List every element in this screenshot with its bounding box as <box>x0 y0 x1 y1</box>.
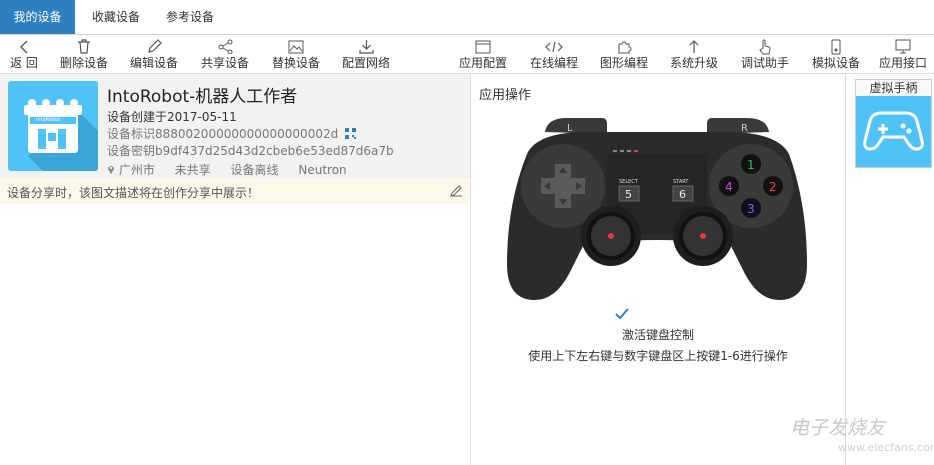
shoulder-l-label: L <box>567 123 573 134</box>
shoulder-l[interactable] <box>545 118 607 134</box>
replace-device-button[interactable]: 替换设备 <box>268 35 324 73</box>
app-config-label: 应用配置 <box>458 56 507 70</box>
tab-reference-devices[interactable]: 参考设备 <box>154 0 226 34</box>
app-api-label: 应用接口 <box>878 56 927 70</box>
app-api-button[interactable]: 应用接口 <box>874 35 932 73</box>
shoulder-r[interactable] <box>707 118 769 134</box>
location-pin-icon <box>107 164 115 178</box>
device-key: 设备密钥b9df437d25d43d2cbeb6e53ed87d6a7b <box>107 144 394 158</box>
select-label: SELECT <box>619 179 639 185</box>
watermark: 电子发烧友 www.elecfans.com <box>790 413 934 454</box>
top-nav: 我的设备 收藏设备 参考设备 <box>0 0 934 35</box>
app-operation-panel: 应用操作 L R 1 2 3 4 SELECT START 5 6 激活键盘控制… <box>471 74 846 465</box>
share-hint: 设备分享时，该图文描述将在创作分享中展示！ <box>7 186 260 200</box>
replace-device-label: 替换设备 <box>271 56 320 70</box>
device-id: 设备标识88800200000000000000002d <box>107 127 339 141</box>
share-device-button[interactable]: 共享设备 <box>197 35 253 73</box>
keyboard-instruction: 使用上下左右键与数字键盘区上按键1-6进行操作 <box>528 349 788 363</box>
graphic-code-label: 图形编程 <box>599 56 648 70</box>
device-created: 设备创建于2017-05-11 <box>107 110 237 124</box>
tab-my-devices[interactable]: 我的设备 <box>0 0 75 34</box>
toolbar: 返 回 删除设备 编辑设备 共享设备 替换设备 配置网络 应用配置 在线编程 图… <box>0 35 934 74</box>
device-platform: Neutron <box>298 163 347 177</box>
configure-network-button[interactable]: 配置网络 <box>338 35 394 73</box>
activate-keyboard-label: 激活键盘控制 <box>621 328 694 342</box>
button-5-label: 5 <box>625 188 632 201</box>
download-icon <box>338 36 394 56</box>
watermark-url: www.elecfans.com <box>838 441 934 454</box>
virtual-gamepad-tile[interactable]: 虚拟手柄 <box>855 79 932 168</box>
debug-assistant-button[interactable]: 调试助手 <box>737 35 793 73</box>
simulate-device-button[interactable]: 模拟设备 <box>808 35 864 73</box>
app-config-button[interactable]: 应用配置 <box>455 35 511 73</box>
monitor-icon <box>874 36 932 56</box>
device-id-row: 设备标识88800200000000000000002d <box>107 125 357 142</box>
device-title: IntoRobot-机器人工作者 <box>107 87 298 107</box>
device-online-status: 设备离线 <box>230 163 279 177</box>
button-1[interactable]: 1 <box>747 158 755 172</box>
checkmark-icon[interactable] <box>615 308 629 323</box>
widget-panel: 虚拟手柄 <box>846 74 934 465</box>
edit-description-icon[interactable] <box>450 184 463 200</box>
shoulder-r-label: R <box>741 123 748 134</box>
qrcode-icon[interactable] <box>345 127 357 142</box>
device-icon <box>808 36 864 56</box>
puzzle-icon <box>596 36 652 56</box>
share-icon <box>197 36 253 56</box>
hand-pointer-icon <box>737 36 793 56</box>
watermark-brand: 电子发烧友 <box>790 417 886 439</box>
code-icon <box>526 36 582 56</box>
gamepad-controller: L R 1 2 3 4 SELECT START 5 6 <box>507 118 807 300</box>
virtual-gamepad-label: 虚拟手柄 <box>856 80 931 96</box>
gamepad-icon <box>863 111 924 151</box>
start-label: START <box>673 179 689 185</box>
button-2[interactable]: 2 <box>769 180 777 194</box>
arrow-up-icon <box>666 36 722 56</box>
panel-title: 应用操作 <box>479 88 532 103</box>
edit-icon <box>126 36 182 56</box>
system-upgrade-button[interactable]: 系统升级 <box>666 35 722 73</box>
device-meta-row: 广州市 未共享 设备离线 Neutron <box>107 161 347 178</box>
robot-logo-icon <box>24 99 98 171</box>
device-location: 广州市 <box>118 163 155 177</box>
simulate-device-label: 模拟设备 <box>811 56 860 70</box>
window-icon <box>455 36 511 56</box>
system-upgrade-label: 系统升级 <box>669 56 718 70</box>
device-thumbnail[interactable]: IntoRobot <box>8 81 98 171</box>
trash-icon <box>56 36 112 56</box>
share-device-label: 共享设备 <box>200 56 249 70</box>
debug-assistant-label: 调试助手 <box>740 56 789 70</box>
device-card: IntoRobot IntoRobot-机器人工作者 设备创建于2017-05-… <box>0 74 470 178</box>
tab-favorite-devices[interactable]: 收藏设备 <box>80 0 152 34</box>
back-button[interactable]: 返 回 <box>4 35 44 73</box>
online-code-button[interactable]: 在线编程 <box>526 35 582 73</box>
device-panel: IntoRobot IntoRobot-机器人工作者 设备创建于2017-05-… <box>0 74 471 465</box>
back-label: 返 回 <box>10 56 38 70</box>
delete-device-label: 删除设备 <box>59 56 108 70</box>
configure-network-label: 配置网络 <box>341 56 390 70</box>
chevron-left-icon <box>4 36 44 56</box>
device-logo-text: IntoRobot <box>36 117 61 123</box>
share-description-bar: 设备分享时，该图文描述将在创作分享中展示！ <box>0 178 470 204</box>
edit-device-label: 编辑设备 <box>129 56 178 70</box>
image-icon <box>268 36 324 56</box>
button-4[interactable]: 4 <box>725 180 733 194</box>
button-6-label: 6 <box>679 188 686 201</box>
online-code-label: 在线编程 <box>529 56 578 70</box>
device-share-status: 未共享 <box>174 163 211 177</box>
graphic-code-button[interactable]: 图形编程 <box>596 35 652 73</box>
edit-device-button[interactable]: 编辑设备 <box>126 35 182 73</box>
button-3[interactable]: 3 <box>747 202 755 216</box>
delete-device-button[interactable]: 删除设备 <box>56 35 112 73</box>
